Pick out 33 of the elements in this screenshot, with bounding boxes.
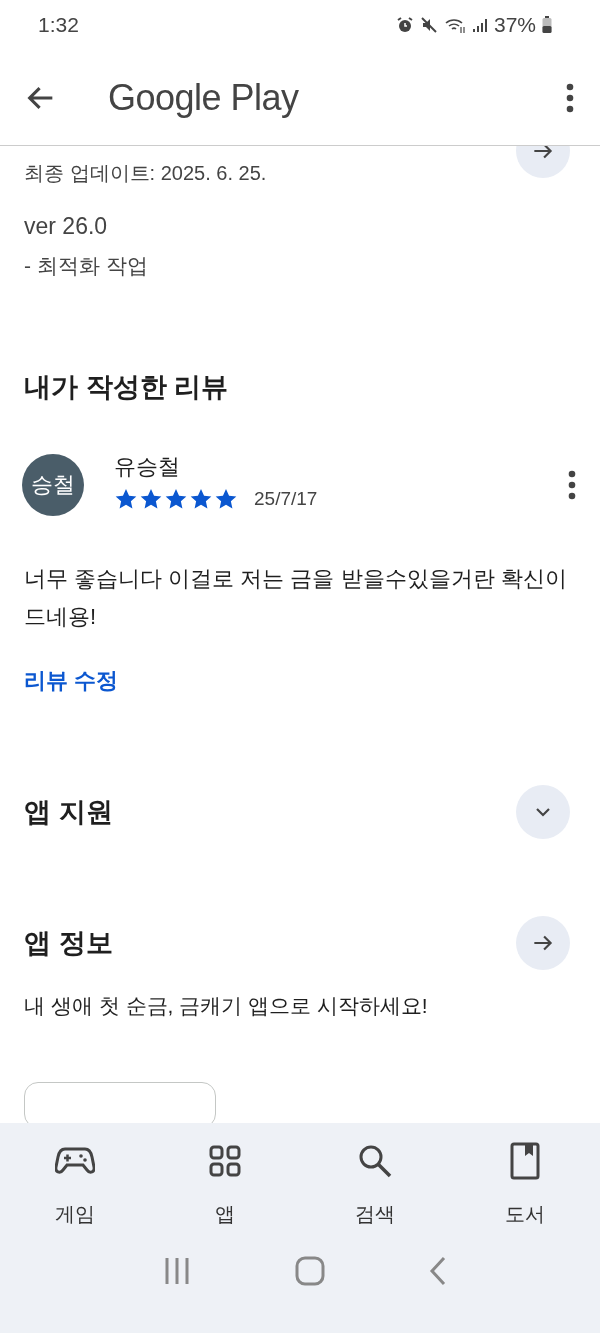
signal-icon: [471, 16, 488, 34]
wifi-icon: [443, 16, 466, 34]
status-time: 1:32: [38, 13, 79, 37]
alarm-icon: [395, 16, 414, 34]
star-icon: [139, 488, 163, 510]
app-title: Google Play: [108, 76, 300, 119]
avatar: 승철: [22, 454, 84, 516]
star-icon: [189, 488, 213, 510]
nav-tab[interactable]: 검색: [315, 1141, 435, 1228]
reviewer-name: 유승철: [114, 453, 181, 481]
nav-tab[interactable]: 앱: [165, 1141, 285, 1228]
release-notes: - 최적화 작업: [24, 253, 149, 279]
app-description: 내 생애 첫 순금, 금캐기 앱으로 시작하세요!: [24, 993, 429, 1019]
book-icon: [510, 1141, 540, 1181]
more-icon: [568, 470, 576, 500]
star-icon: [214, 488, 238, 510]
nav-tab[interactable]: 도서: [465, 1141, 585, 1228]
battery-percent: 37%: [493, 13, 536, 37]
battery-icon: [542, 16, 552, 34]
section-heading: 앱 지원: [24, 796, 113, 829]
edit-review-link[interactable]: 리뷰 수정: [24, 666, 119, 696]
section-heading: 내가 작성한 리뷰: [24, 371, 229, 404]
more-icon: [566, 82, 574, 113]
star-icon: [114, 488, 138, 510]
last-updated-text: 최종 업데이트: 2025. 6. 25.: [24, 161, 267, 186]
mute-icon: [419, 16, 438, 34]
star-icon: [164, 488, 188, 510]
review-text: 너무 좋습니다 이걸로 저는 금을 받을수있을거란 확신이 드네용!: [24, 565, 568, 631]
version-text: ver 26.0: [24, 213, 109, 240]
nav-tab[interactable]: 게임: [15, 1141, 135, 1228]
section-heading: 앱 정보: [24, 927, 113, 960]
home-icon[interactable]: [295, 1256, 325, 1286]
review-date: 25/7/17: [254, 488, 318, 510]
